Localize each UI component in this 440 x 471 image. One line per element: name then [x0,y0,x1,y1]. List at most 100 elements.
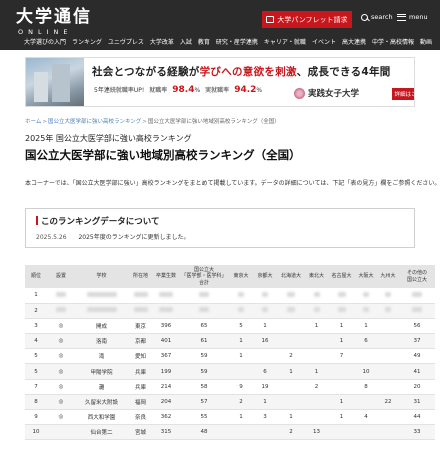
cell-hokkaido [277,379,305,395]
breadcrumb-link[interactable]: 国公立大医学部に強い高校ランキング [48,119,141,125]
cell-tokyo: 1 [229,348,253,365]
cell-kyushu [377,303,399,319]
cell-type: ◎ [47,318,75,335]
redacted-value [238,307,244,313]
nav-item[interactable]: ランキング [72,37,102,46]
pamphlet-request-label: 大学パンフレット請求 [277,15,348,24]
cell-pref: 宮城 [128,424,153,441]
cell-rank: 8 [25,394,47,411]
nav-item[interactable]: 教育 [198,37,210,46]
cell-osaka [355,394,377,411]
column-header: その他の 国公立大 [399,265,435,288]
redacted-value [262,291,268,297]
cell-osaka [355,348,377,365]
cell-kyushu: 22 [377,394,399,411]
cell-grads: 362 [153,409,179,426]
ranking-table-wrap: 順位 設置 学校 所在地 卒業生数 国公立大 「医学部・医学科」合計 東京大 京都大 北海道大 東北… [25,265,435,441]
redacted-value [287,307,295,313]
breadcrumb-link[interactable]: ホーム [25,119,41,125]
nav-item[interactable]: 大学改革 [150,37,174,46]
cell-nagoya: 1 [328,409,355,426]
cell-osaka [355,303,377,319]
nav-item[interactable]: 動画 [420,37,432,46]
redacted-value [86,291,117,297]
cell-grads: 396 [153,318,179,335]
cell-nagoya: 7 [328,348,355,365]
cell-nagoya [328,288,355,304]
cell-kyushu [377,424,399,441]
site-logo[interactable]: 大学通信 ONLINE [16,8,92,36]
cell-hokkaido [277,394,305,411]
pamphlet-request-button[interactable]: 大学パンフレット請求 [262,11,352,28]
search-label: search [371,13,393,21]
cell-other: 20 [399,379,435,395]
cell-other: 33 [399,424,435,441]
search-button[interactable]: search [361,13,393,21]
cell-nagoya [328,303,355,319]
cell-pref: 東京 [128,318,153,335]
column-header: 北海道大 [277,265,305,288]
cell-tohoku [305,409,328,426]
nav-item[interactable]: ユニヴプレス [108,37,144,46]
cell-kyushu [377,348,399,365]
cell-type: ◎ [47,379,75,395]
banner-stat-label: 実就職率 [205,87,230,94]
cell-tohoku: 1 [305,363,328,380]
cell-type: ◎ [47,394,75,411]
cell-school: 灘 [75,379,128,395]
cell-tohoku: 13 [305,424,328,441]
redacted-value [159,291,173,297]
column-header: 所在地 [128,265,153,288]
cell-total [179,288,229,304]
cell-pref: 奈良 [128,409,153,426]
breadcrumb: ホーム>国公立大医学部に強い高校ランキング>国公立大医学部に強い地域別高校ランキ… [25,119,280,125]
redacted-value [287,291,295,297]
ad-banner[interactable]: 社会とつながる経験が学びへの意欲を刺激、成長できる4年間 5年連続就職率UP! … [25,57,415,107]
menu-button[interactable]: menu [397,13,428,21]
cell-tokyo: 1 [229,333,253,350]
column-header: 名古屋大 [328,265,355,288]
nav-item[interactable]: 高大連携 [342,37,366,46]
table-row: 4 ◎ 洛南 京都 401 61 1 16 1 6 37 [25,333,435,350]
cell-type [47,288,75,304]
banner-details-button[interactable]: 詳細はこちら [392,88,414,100]
nav-item[interactable]: イベント [312,37,336,46]
banner-stat-label: 就職率 [149,87,168,94]
cell-school: 久留米大附設 [75,394,128,411]
nav-item[interactable]: 研究・産学連携 [216,37,258,46]
cell-total: 57 [179,394,229,411]
banner-stat-value: 98.4 [172,85,195,95]
cell-total: 61 [179,333,229,350]
cell-school: 開成 [75,318,128,335]
cell-pref: 福岡 [128,394,153,411]
nav-item[interactable]: 中学・高校情報 [372,37,414,46]
cell-kyushu [377,333,399,350]
cell-osaka: 1 [355,318,377,335]
info-box-title: このランキングデータについて [36,215,160,227]
ranking-info-box: このランキングデータについて 2025.5.26 2025年度のランキングに更新… [25,208,415,248]
cell-kyushu [377,363,399,380]
redacted-value [337,307,346,313]
cell-tohoku [305,394,328,411]
cell-kyoto: 3 [253,409,277,426]
cell-kyoto: 16 [253,333,277,350]
nav-item[interactable]: 大学選びの入門 [24,37,66,46]
cell-hokkaido: 1 [277,409,305,426]
column-header: 九州大 [377,265,399,288]
nav-item[interactable]: 入試 [180,37,192,46]
cell-hokkaido: 2 [277,348,305,365]
cell-school: 甲陽学院 [75,363,128,380]
cell-hokkaido: 1 [277,363,305,380]
cell-nagoya: 1 [328,318,355,335]
cell-rank: 3 [25,318,47,335]
column-header: 順位 [25,265,47,288]
cell-kyoto [253,288,277,304]
cell-tokyo: 1 [229,409,253,426]
cell-tohoku [305,288,328,304]
table-header-row: 順位 設置 学校 所在地 卒業生数 国公立大 「医学部・医学科」合計 東京大 京都大 北海道大 東北… [25,265,435,288]
info-update-row: 2025.5.26 2025年度のランキングに更新しました。 [36,232,190,241]
cell-type: ◎ [47,409,75,426]
nav-item[interactable]: キャリア・就職 [264,37,306,46]
table-body: 1 2 3 ◎ 開成 東京 396 65 5 1 1 1 1 56 4 ◎ 洛南 京都 401 61 1 16 1 6 37 5 ◎… [25,288,435,441]
redacted-value [313,307,320,313]
